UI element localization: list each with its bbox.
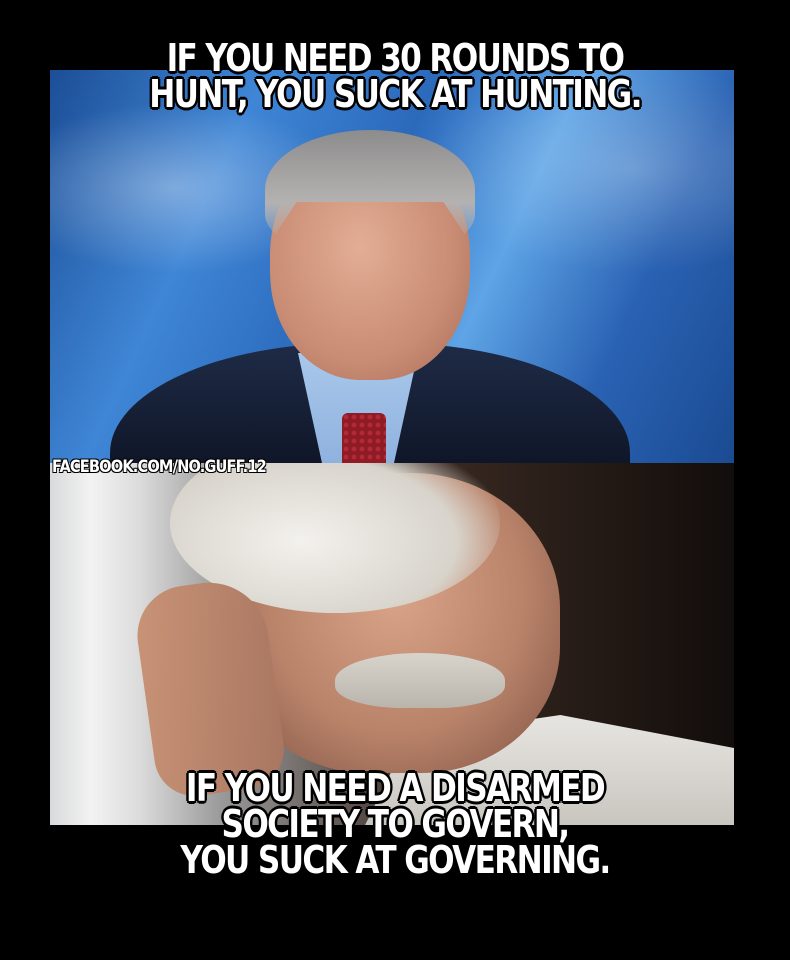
watermark: FACEBOOK.COM/NO.GUFF.12 [52,457,267,477]
mustache [335,653,505,708]
top-photo-panel [50,70,734,463]
meme-image: IF YOU NEED 30 ROUNDS TO HUNT, YOU SUCK … [0,0,790,960]
bottom-caption-line: IF YOU NEED A DISARMED [185,766,606,810]
bottom-caption: IF YOU NEED A DISARMED SOCIETY TO GOVERN… [0,766,790,883]
bottom-caption-line: SOCIETY TO GOVERN, [221,802,571,847]
necktie [342,413,386,463]
top-caption-line: IF YOU NEED 30 ROUNDS TO [166,36,625,80]
top-caption-line: HUNT, YOU SUCK AT HUNTING. [149,72,642,117]
top-caption: IF YOU NEED 30 ROUNDS TO HUNT, YOU SUCK … [0,36,790,117]
bottom-caption-line: YOU SUCK AT GOVERNING. [180,838,611,883]
